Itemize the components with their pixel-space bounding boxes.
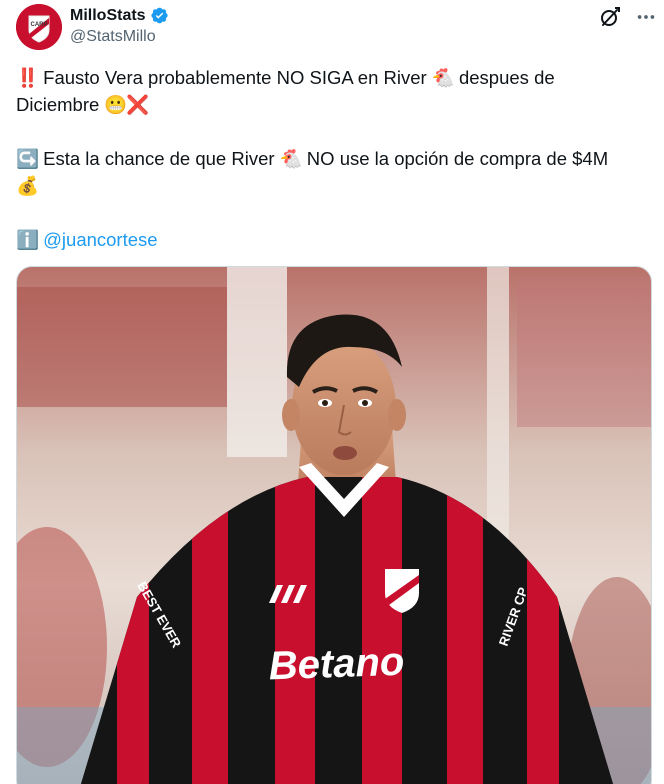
svg-text:CARP: CARP bbox=[30, 22, 47, 28]
chicken-emoji: 🐔 bbox=[431, 67, 455, 88]
jersey-sponsor-text: Betano bbox=[268, 640, 405, 689]
author-handle[interactable]: @StatsMillo bbox=[70, 28, 156, 46]
return-arrow-emoji: ↪️ bbox=[16, 148, 40, 169]
river-plate-crest-icon: CARP bbox=[16, 4, 62, 50]
text-line-4: 💰 bbox=[16, 172, 652, 199]
double-exclamation-emoji: ‼️ bbox=[16, 67, 40, 88]
text-segment: despues de bbox=[453, 67, 555, 88]
avatar[interactable]: CARP bbox=[16, 4, 62, 50]
display-name[interactable]: MilloStats bbox=[70, 7, 146, 25]
text-line-2: Diciembre 😬❌ bbox=[16, 91, 652, 118]
verified-badge-icon bbox=[150, 6, 169, 25]
player-photo: Betano BEST EVER RIVER CP bbox=[17, 267, 651, 784]
text-segment: Diciembre bbox=[16, 94, 105, 115]
text-segment: Fausto Vera probablemente NO SIGA en Riv… bbox=[38, 67, 432, 88]
text-segment: NO use la opción de compra de $4M bbox=[301, 148, 609, 169]
author-name-row: MilloStats bbox=[70, 6, 169, 25]
tweet-media-image[interactable]: Betano BEST EVER RIVER CP bbox=[16, 266, 652, 784]
chicken-emoji: 🐔 bbox=[279, 148, 303, 169]
tweet: CARP MilloStats @StatsMillo ‼️ Fausto Ve… bbox=[0, 0, 664, 784]
more-horizontal-icon[interactable] bbox=[634, 5, 658, 29]
information-emoji: ℹ️ bbox=[16, 229, 40, 250]
money-bag-emoji: 💰 bbox=[16, 175, 40, 196]
text-line-5: ℹ️ @juancortese bbox=[16, 226, 652, 253]
cross-mark-emoji: ❌ bbox=[126, 94, 150, 115]
mention-link[interactable]: @juancortese bbox=[43, 229, 157, 250]
text-segment: Esta la chance de que River bbox=[38, 148, 280, 169]
text-line-1: ‼️ Fausto Vera probablemente NO SIGA en … bbox=[16, 64, 652, 91]
grimacing-emoji: 😬 bbox=[104, 94, 128, 115]
grok-icon[interactable] bbox=[598, 5, 622, 29]
tweet-text: ‼️ Fausto Vera probablemente NO SIGA en … bbox=[16, 64, 652, 253]
text-line-3: ↪️ Esta la chance de que River 🐔 NO use … bbox=[16, 145, 652, 172]
